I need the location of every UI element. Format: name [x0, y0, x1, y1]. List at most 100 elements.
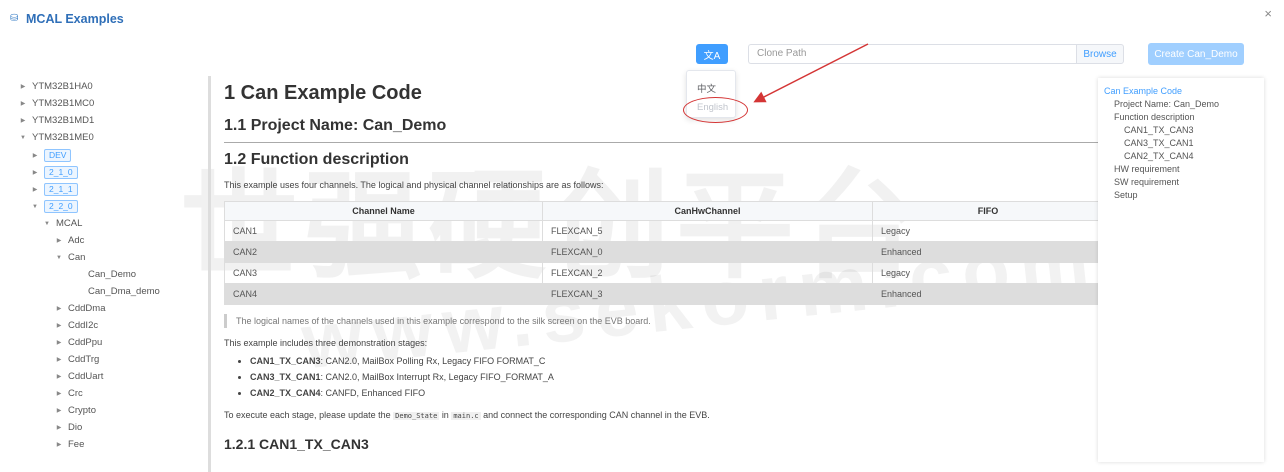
tree-item[interactable]: ▶ CddUart: [54, 368, 104, 385]
language-button[interactable]: 文A: [696, 44, 728, 64]
table-row: CAN1 FLEXCAN_5 Legacy: [224, 220, 1098, 242]
caret-down-icon[interactable]: ▼: [30, 204, 40, 210]
toc-item[interactable]: Project Name: Can_Demo: [1114, 99, 1219, 109]
table-cell: Legacy: [872, 220, 1098, 242]
toc-item[interactable]: CAN3_TX_CAN1: [1124, 138, 1194, 148]
caret-right-icon[interactable]: ▶: [54, 305, 64, 312]
caret-right-icon[interactable]: ▶: [30, 152, 40, 159]
table-row: CAN3 FLEXCAN_2 Legacy: [224, 262, 1098, 284]
caret-right-icon[interactable]: ▶: [54, 339, 64, 346]
table-cell: FLEXCAN_2: [542, 262, 873, 284]
caret-right-icon[interactable]: ▶: [54, 373, 64, 380]
caret-right-icon[interactable]: ▶: [18, 100, 28, 107]
tree-item[interactable]: ▶ CddPpu: [54, 334, 103, 351]
title-bar: ⛁ MCAL Examples: [10, 10, 124, 28]
code-demo-state: Demo_State: [393, 412, 440, 420]
tree-item[interactable]: ▶ Crypto: [54, 402, 96, 419]
tree-item[interactable]: ▼ MCAL: [42, 215, 82, 232]
doc-intro: This example uses four channels. The log…: [224, 180, 604, 190]
caret-right-icon[interactable]: ▶: [18, 83, 28, 90]
tree-item-label: Can_Demo: [88, 269, 137, 280]
tree-item-label: 2_2_0: [44, 200, 78, 213]
browse-button[interactable]: Browse: [1076, 44, 1124, 64]
toc-item[interactable]: CAN1_TX_CAN3: [1124, 125, 1194, 135]
caret-down-icon[interactable]: ▼: [42, 221, 52, 227]
caret-right-icon[interactable]: ▶: [54, 237, 64, 244]
doc-subsection-heading: 1.2.1 CAN1_TX_CAN3: [224, 436, 369, 452]
window-title: MCAL Examples: [26, 12, 124, 26]
close-icon[interactable]: ×: [1264, 6, 1272, 21]
tree-item[interactable]: Can_Demo: [74, 266, 136, 283]
table-row: CAN4 FLEXCAN_3 Enhanced: [224, 283, 1098, 305]
table-cell: FLEXCAN_5: [542, 220, 873, 242]
toc-item[interactable]: Can Example Code: [1104, 86, 1182, 96]
toc-item[interactable]: Setup: [1114, 190, 1138, 200]
caret-right-icon[interactable]: ▶: [54, 441, 64, 448]
caret-right-icon[interactable]: ▶: [30, 186, 40, 193]
tree-item[interactable]: ▼ Can: [54, 249, 85, 266]
toc-item[interactable]: SW requirement: [1114, 177, 1179, 187]
table-cell: Enhanced: [872, 241, 1098, 263]
translate-icon: 文A: [703, 50, 721, 62]
tree-item[interactable]: ▶ Adc: [54, 232, 85, 249]
caret-down-icon[interactable]: ▼: [18, 135, 28, 141]
tree-item-label: CddUart: [68, 371, 104, 382]
toc-item[interactable]: Function description: [1114, 112, 1195, 122]
tree-item-label: MCAL: [56, 218, 83, 229]
caret-right-icon[interactable]: ▶: [54, 356, 64, 363]
toc-item[interactable]: HW requirement: [1114, 164, 1180, 174]
tree-item-label: Crc: [68, 388, 83, 399]
caret-right-icon[interactable]: ▶: [54, 390, 64, 397]
tree-item-label: Crypto: [68, 405, 96, 416]
tree-item-label: YTM32B1ME0: [32, 132, 94, 143]
tree-item[interactable]: ▶ 2_1_1: [30, 181, 78, 198]
caret-right-icon[interactable]: ▶: [54, 322, 64, 329]
tree-item[interactable]: ▼ YTM32B1ME0: [18, 129, 94, 146]
tree-item-label: DEV: [44, 149, 72, 162]
caret-down-icon[interactable]: ▼: [54, 255, 64, 261]
tree-item-label: YTM32B1MC0: [32, 98, 95, 109]
table-of-contents: Can Example Code Project Name: Can_Demo Fu…: [1098, 78, 1264, 462]
doc-execute-note: To execute each stage, please update the…: [224, 410, 710, 420]
tree-item[interactable]: ▶ 2_1_0: [30, 164, 78, 181]
col-canhwchannel: CanHwChannel: [542, 201, 873, 221]
create-demo-button[interactable]: Create Can_Demo: [1148, 43, 1244, 65]
tree-item[interactable]: ▶ Fee: [54, 436, 85, 453]
toc-item[interactable]: CAN2_TX_CAN4: [1124, 151, 1194, 161]
caret-right-icon[interactable]: ▶: [18, 117, 28, 124]
tree-item-label: Can_Dma_demo: [88, 286, 160, 297]
tree-item[interactable]: ▶ Dio: [54, 419, 83, 436]
mcal-examples-window: ⛁ MCAL Examples × 世强硬创平台 www.sekorm.com …: [0, 0, 1284, 472]
tree-item-label: Can: [68, 252, 86, 263]
tree-item-label: 2_1_1: [44, 183, 78, 196]
table-row: CAN2 FLEXCAN_0 Enhanced: [224, 241, 1098, 263]
table-cell: CAN2: [224, 241, 543, 263]
list-item: CAN1_TX_CAN3: CAN2.0, MailBox Polling Rx…: [250, 356, 554, 372]
divider: [224, 142, 1098, 143]
tree-item[interactable]: Can_Dma_demo: [74, 283, 160, 300]
tree-item[interactable]: ▶ YTM32B1MC0: [18, 95, 95, 112]
doc-title: 1 Can Example Code: [224, 82, 422, 104]
table-cell: CAN3: [224, 262, 543, 284]
caret-right-icon[interactable]: ▶: [30, 169, 40, 176]
clone-path-input[interactable]: Clone Path: [748, 44, 1076, 64]
tree-item[interactable]: ▶ CddTrg: [54, 351, 100, 368]
caret-right-icon[interactable]: ▶: [54, 407, 64, 414]
tree-item[interactable]: ▼ 2_2_0: [30, 198, 78, 215]
tree-item-label: YTM32B1MD1: [32, 115, 95, 126]
doc-stages-intro: This example includes three demonstratio…: [224, 338, 428, 348]
tree-item-label: Dio: [68, 422, 83, 433]
tree-item[interactable]: ▶ YTM32B1HA0: [18, 78, 93, 95]
tree-item[interactable]: ▶ DEV: [30, 147, 72, 164]
tree-item-label: YTM32B1HA0: [32, 81, 93, 92]
caret-right-icon[interactable]: ▶: [54, 424, 64, 431]
table-cell: Enhanced: [872, 283, 1098, 305]
tree-item-label: CddDma: [68, 303, 106, 314]
doc-project-heading: 1.1 Project Name: Can_Demo: [224, 117, 447, 134]
stage-list: CAN1_TX_CAN3: CAN2.0, MailBox Polling Rx…: [238, 356, 554, 404]
tree-item[interactable]: ▶ CddI2c: [54, 317, 98, 334]
tree-item[interactable]: ▶ CddDma: [54, 300, 106, 317]
col-fifo: FIFO: [872, 201, 1098, 221]
tree-item[interactable]: ▶ YTM32B1MD1: [18, 112, 95, 129]
tree-item[interactable]: ▶ Crc: [54, 385, 83, 402]
